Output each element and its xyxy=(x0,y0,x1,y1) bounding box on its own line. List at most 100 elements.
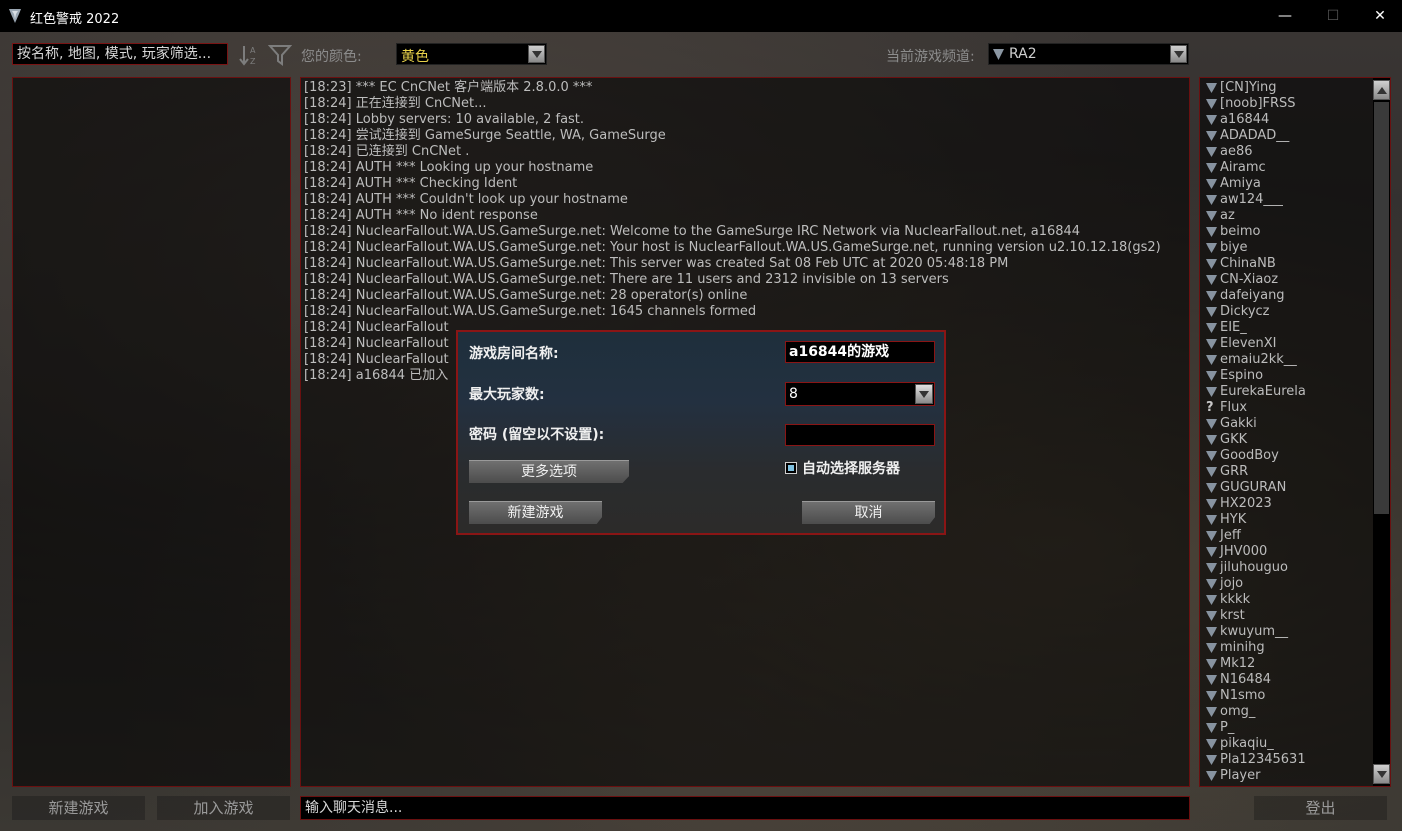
player-item[interactable]: Gakki xyxy=(1203,416,1373,432)
ra2-icon xyxy=(1206,115,1217,125)
player-item[interactable]: P_ xyxy=(1203,720,1373,736)
player-item[interactable]: jojo xyxy=(1203,576,1373,592)
chevron-down-icon[interactable] xyxy=(1170,45,1187,63)
channel-value: RA2 xyxy=(1009,46,1037,62)
player-item[interactable]: Jeff xyxy=(1203,528,1373,544)
game-filter-input[interactable]: 按名称, 地图, 模式, 玩家筛选... xyxy=(12,43,228,65)
logout-button[interactable]: 登出 xyxy=(1254,796,1387,820)
game-list-panel[interactable] xyxy=(12,77,291,787)
ra2-icon xyxy=(1206,675,1217,685)
player-list-panel[interactable]: [CN]Ying [noob]FRSS a16844 ADADAD__ ae86 Aira… xyxy=(1199,77,1391,787)
auto-server-label[interactable]: 自动选择服务器 xyxy=(802,458,900,478)
player-item[interactable]: Amiya xyxy=(1203,176,1373,192)
more-options-button[interactable]: 更多选项 xyxy=(469,460,629,483)
chat-message-input[interactable]: 输入聊天消息... xyxy=(300,796,1190,820)
player-item[interactable]: ADADAD__ xyxy=(1203,128,1373,144)
cancel-button[interactable]: 取消 xyxy=(802,501,935,524)
player-item[interactable]: Airamc xyxy=(1203,160,1373,176)
player-item[interactable]: N1smo xyxy=(1203,688,1373,704)
player-name: biye xyxy=(1220,240,1248,255)
player-item[interactable]: omg_ xyxy=(1203,704,1373,720)
ra2-icon xyxy=(1206,755,1217,765)
player-item[interactable]: a16844 xyxy=(1203,112,1373,128)
player-item[interactable]: Mk12 xyxy=(1203,656,1373,672)
player-item[interactable]: ElevenXI xyxy=(1203,336,1373,352)
player-name: [noob]FRSS xyxy=(1220,96,1296,111)
chevron-down-icon[interactable] xyxy=(528,45,545,63)
player-item[interactable]: az xyxy=(1203,208,1373,224)
ra2-icon xyxy=(1206,227,1217,237)
player-item[interactable]: [CN]Ying xyxy=(1203,80,1373,96)
player-item[interactable]: Player xyxy=(1203,768,1373,784)
ra2-icon xyxy=(1206,355,1217,365)
player-item[interactable]: GKK xyxy=(1203,432,1373,448)
player-item[interactable]: GoodBoy xyxy=(1203,448,1373,464)
player-list-scrollbar[interactable] xyxy=(1373,78,1390,786)
ra2-icon xyxy=(1206,739,1217,749)
join-game-button[interactable]: 加入游戏 xyxy=(157,796,290,820)
player-item[interactable]: Espino xyxy=(1203,368,1373,384)
auto-server-checkbox[interactable] xyxy=(785,462,797,474)
player-item[interactable]: GUGURAN xyxy=(1203,480,1373,496)
password-label: 密码 (留空以不设置): xyxy=(469,427,605,443)
player-name: EIE_ xyxy=(1220,320,1247,335)
player-item[interactable]: ChinaNB xyxy=(1203,256,1373,272)
ra2-icon xyxy=(993,49,1004,60)
player-item[interactable]: EurekaEurela xyxy=(1203,384,1373,400)
player-item[interactable]: kwuyum__ xyxy=(1203,624,1373,640)
player-item[interactable]: HYK xyxy=(1203,512,1373,528)
player-item[interactable]: Dickycz xyxy=(1203,304,1373,320)
player-item[interactable]: krst xyxy=(1203,608,1373,624)
minimize-button[interactable]: — xyxy=(1275,6,1295,26)
new-game-button[interactable]: 新建游戏 xyxy=(12,796,145,820)
player-name: Mk12 xyxy=(1220,656,1256,671)
ra2-icon xyxy=(1206,627,1217,637)
player-item[interactable]: pikaqiu_ xyxy=(1203,736,1373,752)
ra2-icon xyxy=(1206,339,1217,349)
scroll-up-icon[interactable] xyxy=(1373,80,1390,100)
chat-line: [18:24] Lobby servers: 10 available, 2 f… xyxy=(304,112,585,127)
player-item[interactable]: HX2023 xyxy=(1203,496,1373,512)
player-name: GRR xyxy=(1220,464,1249,479)
ra2-icon xyxy=(1206,323,1217,333)
player-item[interactable]: biye xyxy=(1203,240,1373,256)
player-item[interactable]: kkkk xyxy=(1203,592,1373,608)
close-button[interactable]: ✕ xyxy=(1370,6,1390,26)
player-item[interactable]: ? Flux xyxy=(1203,400,1373,416)
player-item[interactable]: GRR xyxy=(1203,464,1373,480)
password-input[interactable] xyxy=(785,424,935,446)
ra2-icon xyxy=(1206,691,1217,701)
room-name-input[interactable]: a16844的游戏 xyxy=(785,341,935,363)
player-item[interactable]: JHV000 xyxy=(1203,544,1373,560)
filter-icon[interactable] xyxy=(268,44,292,66)
chat-line: [18:24] NuclearFallout.WA.US.GameSurge.n… xyxy=(304,304,757,319)
scroll-thumb[interactable] xyxy=(1374,102,1389,514)
player-item[interactable]: N16484 xyxy=(1203,672,1373,688)
player-item[interactable]: ae86 xyxy=(1203,144,1373,160)
player-item[interactable]: emaiu2kk__ xyxy=(1203,352,1373,368)
player-item[interactable]: Pla12345631 xyxy=(1203,752,1373,768)
player-item[interactable]: dafeiyang xyxy=(1203,288,1373,304)
channel-dropdown[interactable]: RA2 xyxy=(988,43,1189,65)
player-item[interactable]: minihg xyxy=(1203,640,1373,656)
player-name: JHV000 xyxy=(1220,544,1268,559)
player-item[interactable]: beimo xyxy=(1203,224,1373,240)
ra2-icon xyxy=(1206,531,1217,541)
ra2-icon xyxy=(1206,499,1217,509)
chevron-down-icon[interactable] xyxy=(915,384,933,404)
player-item[interactable]: EIE_ xyxy=(1203,320,1373,336)
max-players-dropdown[interactable]: 8 xyxy=(785,382,935,406)
ra2-logo-icon xyxy=(9,9,21,23)
player-item[interactable]: jiluhouguo xyxy=(1203,560,1373,576)
ra2-icon xyxy=(1206,179,1217,189)
scroll-down-icon[interactable] xyxy=(1373,764,1390,784)
player-item[interactable]: aw124___ xyxy=(1203,192,1373,208)
max-players-label: 最大玩家数: xyxy=(469,387,545,403)
maximize-button[interactable]: ☐ xyxy=(1323,6,1343,26)
create-game-button[interactable]: 新建游戏 xyxy=(469,501,602,524)
player-item[interactable]: [noob]FRSS xyxy=(1203,96,1373,112)
ra2-icon xyxy=(1206,195,1217,205)
sort-icon[interactable]: A Z xyxy=(238,44,262,66)
player-item[interactable]: CN-Xiaoz xyxy=(1203,272,1373,288)
color-dropdown[interactable]: 黄色 xyxy=(396,43,547,65)
